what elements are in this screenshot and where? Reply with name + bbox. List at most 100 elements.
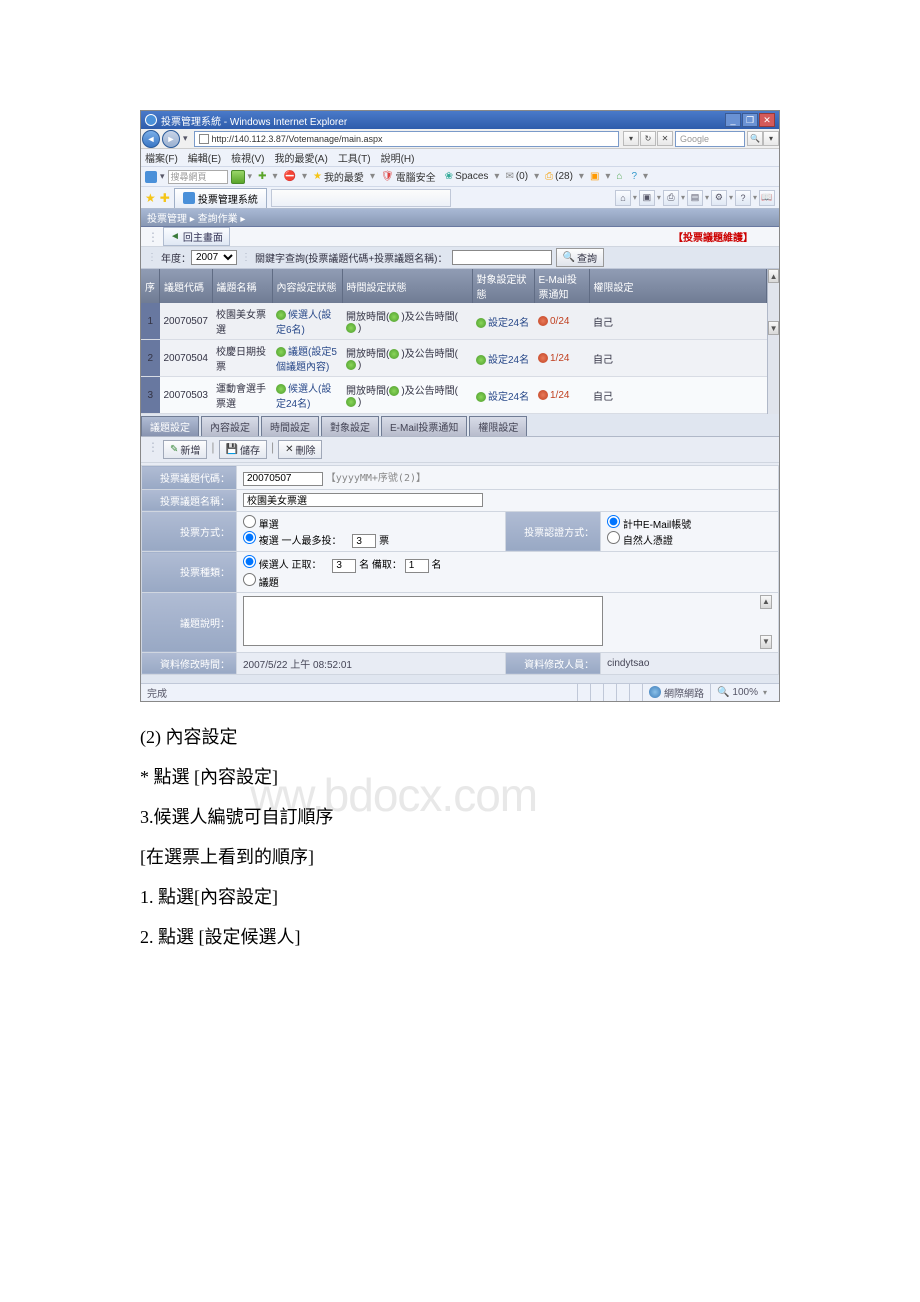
link-pcsafe[interactable]: 🛡電腦安全 — [381, 169, 436, 184]
radio-single[interactable]: 單選 — [243, 520, 279, 531]
col-perm: 權限設定 — [589, 269, 767, 303]
topic-maint-link[interactable]: 【投票議題維護】 — [673, 229, 753, 244]
search-go-button[interactable]: 🔍 — [747, 131, 763, 146]
method-label: 投票方式： — [142, 511, 237, 552]
link-block[interactable]: ⛔ — [283, 171, 295, 182]
window-title: 投票管理系統 - Windows Internet Explorer — [161, 113, 347, 128]
table-scrollbar[interactable]: ▲ ▼ — [767, 269, 779, 414]
radio-kind-candidate[interactable]: 候選人 正取： — [243, 560, 322, 571]
zone-internet: 網際網路 — [642, 684, 710, 701]
tab-content-settings[interactable]: 內容設定 — [201, 416, 259, 436]
page-icon — [199, 134, 209, 144]
tools-tool-icon[interactable]: ⚙ — [711, 190, 727, 206]
tab-favicon-icon — [183, 192, 195, 204]
check-icon — [476, 355, 486, 365]
muser-value: cindytsao — [601, 652, 779, 674]
alert-icon — [538, 353, 548, 363]
desc-textarea[interactable] — [243, 596, 603, 646]
table-row[interactable]: 2 20070504 校慶日期投票 議題(設定5個議題內容) 開放時間()及公告… — [141, 340, 767, 377]
main-toolbar: ⋮ ◄ 回主畫面 【投票議題維護】 — [141, 227, 779, 247]
menu-help[interactable]: 說明(H) — [381, 150, 415, 165]
multi-count-input[interactable] — [352, 534, 376, 548]
link-mail[interactable]: ✉(0) — [505, 171, 528, 182]
stop-button[interactable]: ✕ — [657, 131, 673, 146]
tab-email-notify[interactable]: E-Mail投票通知 — [381, 416, 467, 436]
print-tool-icon[interactable]: ⎙ — [663, 190, 679, 206]
desc-label: 議題說明： — [142, 592, 237, 652]
tab-topic-settings[interactable]: 議題設定 — [141, 416, 199, 436]
menu-file[interactable]: 檔案(F) — [145, 150, 178, 165]
menu-tools[interactable]: 工具(T) — [338, 150, 371, 165]
textarea-scroll-down-icon[interactable]: ▼ — [760, 635, 772, 649]
radio-auth-email[interactable]: 計中E-Mail帳號 — [607, 520, 691, 531]
back-nav-button[interactable]: ◄ — [142, 130, 160, 148]
link-help[interactable]: ? — [631, 171, 637, 182]
col-content: 內容設定狀態 — [272, 269, 342, 303]
home-tool-icon[interactable]: ⌂ — [615, 190, 631, 206]
search-dropdown-button[interactable]: ▾ — [763, 131, 779, 146]
check-icon — [276, 347, 286, 357]
save-button[interactable]: 💾儲存 — [219, 440, 267, 459]
link-rss[interactable]: ▣ — [590, 171, 599, 182]
add-button[interactable]: ✎新增 — [163, 440, 207, 459]
tab-perm-settings[interactable]: 權限設定 — [469, 416, 527, 436]
col-seq: 序 — [141, 269, 160, 303]
search-engine-input[interactable]: Google — [675, 131, 745, 147]
titlebar: 投票管理系統 - Windows Internet Explorer _ ❐ ✕ — [141, 111, 779, 129]
delete-button[interactable]: ✕刪除 — [278, 440, 322, 459]
radio-auth-natural[interactable]: 自然人憑證 — [607, 536, 673, 547]
msn-icon — [145, 171, 157, 183]
menu-view[interactable]: 檢視(V) — [231, 150, 264, 165]
radio-multi[interactable]: 複選 一人最多投： — [243, 536, 342, 547]
page-tool-icon[interactable]: ▤ — [687, 190, 703, 206]
table-row[interactable]: 1 20070507 校園美女票選 候選人(設定6名) 開放時間()及公告時間(… — [141, 303, 767, 340]
menu-favorites[interactable]: 我的最愛(A) — [274, 150, 327, 165]
code-input[interactable] — [243, 472, 323, 486]
name-input[interactable] — [243, 493, 483, 507]
auth-label: 投票認證方式： — [506, 511, 601, 552]
link-favorites[interactable]: ★我的最愛 — [313, 169, 364, 184]
close-button[interactable]: ✕ — [759, 113, 775, 127]
toolbar-search-button[interactable] — [231, 170, 245, 184]
url-input[interactable]: http://140.112.3.87/Votemanage/main.aspx — [194, 131, 619, 147]
browser-tab[interactable]: 投票管理系統 — [174, 188, 267, 208]
win-count-input[interactable] — [332, 559, 356, 573]
link-print[interactable]: ⎙(28) — [545, 171, 573, 182]
favorites-star-icon[interactable]: ★ — [145, 191, 156, 205]
toolbar-search-input[interactable]: 搜尋網頁 — [168, 170, 228, 184]
help-tool-icon[interactable]: ? — [735, 190, 751, 206]
table-row[interactable]: 3 20070503 運動會選手票選 候選人(設定24名) 開放時間()及公告時… — [141, 377, 767, 414]
tab-target-settings[interactable]: 對象設定 — [321, 416, 379, 436]
menu-edit[interactable]: 編輯(E) — [188, 150, 221, 165]
links-bar: ▾ 搜尋網頁 ▾ ✚ ▾ ⛔ ▾ ★我的最愛 ▾ 🛡電腦安全 ❀Spaces ▾… — [141, 167, 779, 187]
check-icon — [476, 318, 486, 328]
link-home[interactable]: ⌂ — [616, 171, 622, 182]
msn-dropdown-icon[interactable]: ▾ — [160, 171, 165, 182]
back-home-button[interactable]: ◄ 回主畫面 — [163, 227, 230, 246]
keyword-input[interactable] — [452, 250, 552, 265]
link-add[interactable]: ✚ — [258, 171, 266, 182]
query-button[interactable]: 🔍查詢 — [556, 248, 604, 267]
url-dropdown-button[interactable]: ▾ — [623, 131, 639, 146]
year-select[interactable]: 2007 — [191, 250, 237, 265]
scroll-down-icon: ▼ — [768, 321, 779, 335]
kind-label: 投票種類： — [142, 552, 237, 593]
maximize-button[interactable]: ❐ — [742, 113, 758, 127]
refresh-button[interactable]: ↻ — [640, 131, 656, 146]
dropdown-icon[interactable]: ▾ — [183, 133, 188, 144]
status-text: 完成 — [147, 685, 167, 700]
research-tool-icon[interactable]: 📖 — [759, 190, 775, 206]
tab-time-settings[interactable]: 時間設定 — [261, 416, 319, 436]
feed-tool-icon[interactable]: ▣ — [639, 190, 655, 206]
forward-nav-button[interactable]: ► — [162, 130, 180, 148]
radio-kind-topic[interactable]: 議題 — [243, 578, 279, 589]
textarea-scroll-up-icon[interactable]: ▲ — [760, 595, 772, 609]
minimize-button[interactable]: _ — [725, 113, 741, 127]
doc-line: 2. 點選 [設定候選人] — [140, 920, 910, 954]
empty-tab-space — [271, 189, 451, 207]
link-spaces[interactable]: ❀Spaces — [445, 171, 489, 182]
year-label: 年度： — [161, 250, 191, 265]
add-favorites-icon[interactable]: ✚ — [160, 191, 170, 205]
zoom-control[interactable]: 🔍 100% ▾ — [710, 684, 773, 701]
backup-count-input[interactable] — [405, 559, 429, 573]
